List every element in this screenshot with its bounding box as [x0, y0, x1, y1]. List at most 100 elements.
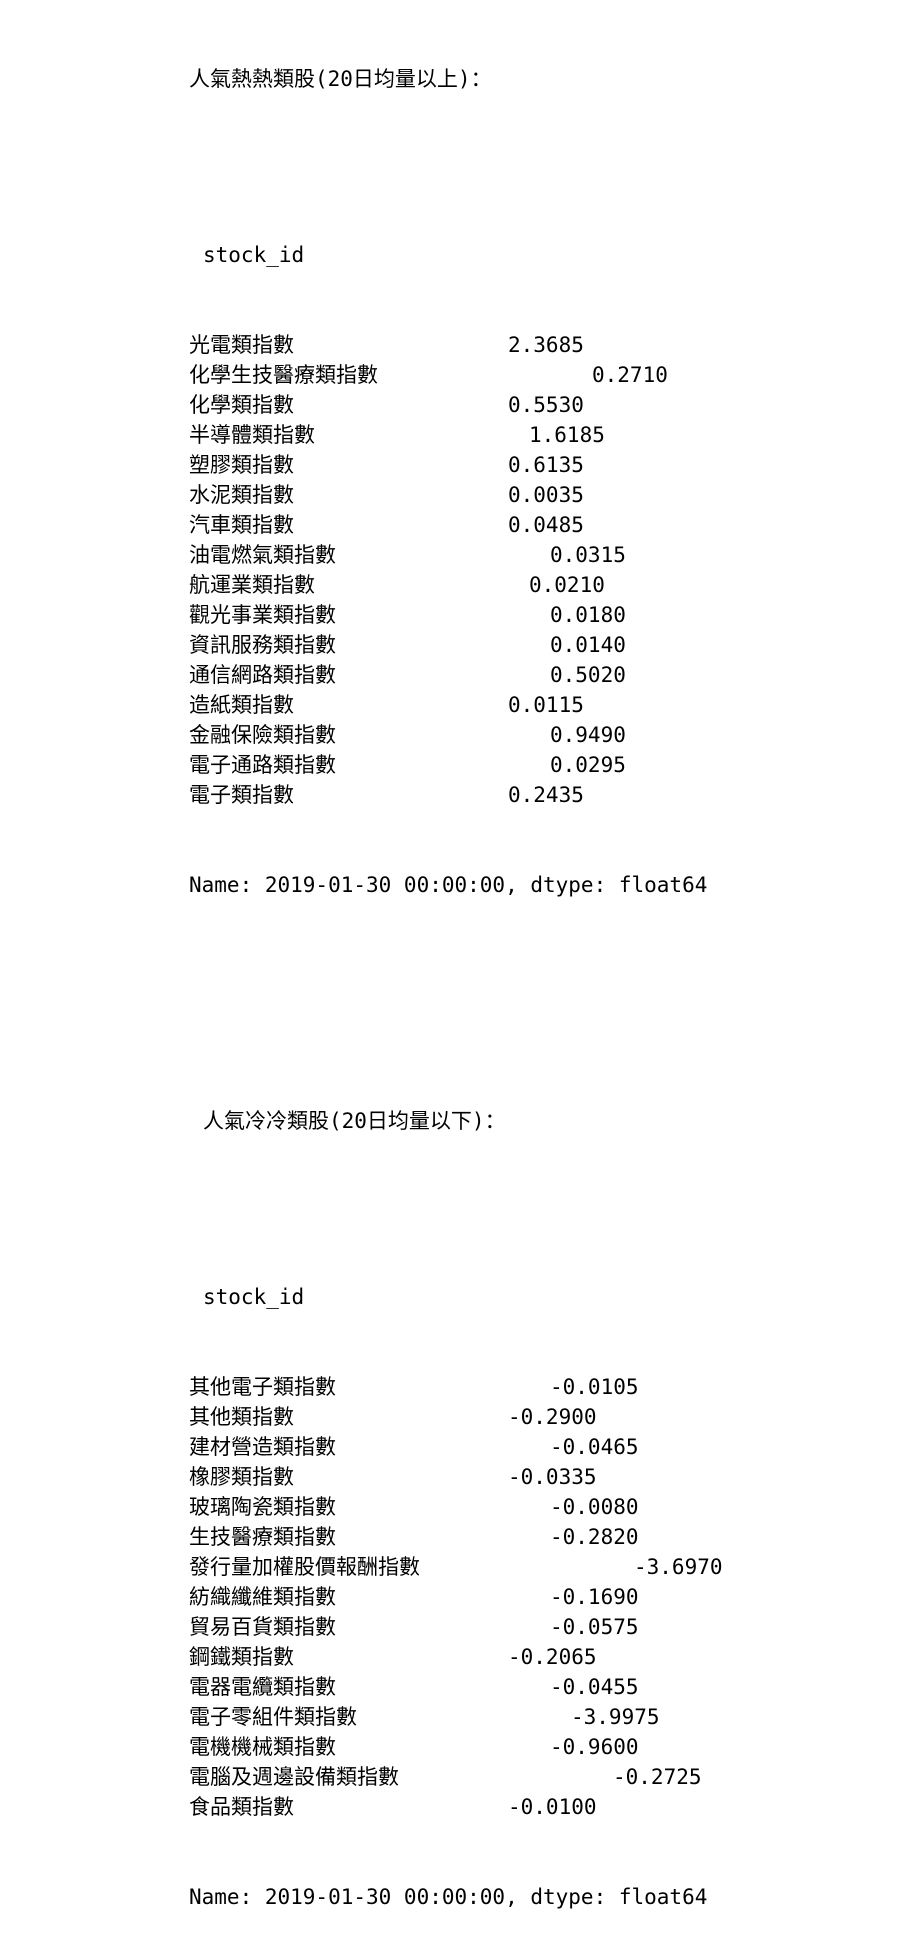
series-row-value: -0.2820	[550, 1525, 639, 1549]
series-row-label: 汽車類指數	[189, 513, 294, 537]
series-row-label: 觀光事業類指數	[189, 603, 336, 627]
series-row-label: 油電燃氣類指數	[189, 543, 336, 567]
series-row: 電子零組件類指數 -3.9975	[189, 1702, 901, 1732]
series-row-value: -0.2065	[508, 1645, 597, 1669]
series-row-value: -0.0080	[550, 1495, 639, 1519]
series-row-label: 資訊服務類指數	[189, 633, 336, 657]
series-row: 鋼鐵類指數 -0.2065	[189, 1642, 901, 1672]
series-row-label: 電器電纜類指數	[189, 1675, 336, 1699]
series-row: 食品類指數 -0.0100	[189, 1792, 901, 1822]
series-row: 水泥類指數 0.0035	[189, 480, 901, 510]
series-row: 觀光事業類指數 0.0180	[189, 600, 901, 630]
cold-series-rows: 其他電子類指數 -0.0105 其他類指數 -0.2900 建材營造類指數 -0.0465…	[189, 1372, 901, 1822]
series-row-value: -0.0465	[550, 1435, 639, 1459]
series-row: 金融保險類指數 0.9490	[189, 720, 901, 750]
series-row: 化學類指數 0.5530	[189, 390, 901, 420]
series-row-value: 0.0180	[550, 603, 626, 627]
series-row-value: -3.9975	[571, 1705, 660, 1729]
series-row: 汽車類指數 0.0485	[189, 510, 901, 540]
series-row-value: -0.9600	[550, 1735, 639, 1759]
console-output: 人氣熱熱類股(20日均量以上)： stock_id 光電類指數 2.3685 化學生…	[189, 0, 901, 1942]
series-row-value: 0.5530	[508, 393, 584, 417]
series-row-value: 0.9490	[550, 723, 626, 747]
series-row: 電腦及週邊設備類指數 -0.2725	[189, 1762, 901, 1792]
series-row-value: 0.2710	[592, 363, 668, 387]
series-row: 發行量加權股價報酬指數 -3.6970	[189, 1552, 901, 1582]
series-row-label: 通信網路類指數	[189, 663, 336, 687]
series-row: 生技醫療類指數 -0.2820	[189, 1522, 901, 1552]
series-row: 造紙類指數 0.0115	[189, 690, 901, 720]
series-row-label: 電子類指數	[189, 783, 294, 807]
series-row-value: 0.0295	[550, 753, 626, 777]
series-row-label: 鋼鐵類指數	[189, 1645, 294, 1669]
series-row-value: -0.0575	[550, 1615, 639, 1639]
series-row-value: 0.6135	[508, 453, 584, 477]
hot-series-footer: Name: 2019-01-30 00:00:00, dtype: float6…	[189, 873, 708, 897]
series-row: 建材營造類指數 -0.0465	[189, 1432, 901, 1462]
series-row-value: -0.2900	[508, 1405, 597, 1429]
series-row-value: -0.0105	[550, 1375, 639, 1399]
series-row: 貿易百貨類指數 -0.0575	[189, 1612, 901, 1642]
series-row-label: 玻璃陶瓷類指數	[189, 1495, 336, 1519]
series-row-label: 電子零組件類指數	[189, 1705, 357, 1729]
series-row-value: 1.6185	[529, 423, 605, 447]
series-row: 電子類指數 0.2435	[189, 780, 901, 810]
series-row-label: 電子通路類指數	[189, 753, 336, 777]
hot-index-name: stock_id	[203, 243, 305, 267]
series-row-label: 電機機械類指數	[189, 1735, 336, 1759]
series-row: 油電燃氣類指數 0.0315	[189, 540, 901, 570]
series-row-value: -0.1690	[550, 1585, 639, 1609]
series-row: 航運業類指數 0.0210	[189, 570, 901, 600]
series-row-value: 0.5020	[550, 663, 626, 687]
series-row: 電器電纜類指數 -0.0455	[189, 1672, 901, 1702]
cold-series-footer: Name: 2019-01-30 00:00:00, dtype: float6…	[189, 1885, 708, 1909]
series-row-label: 貿易百貨類指數	[189, 1615, 336, 1639]
hot-series-rows: 光電類指數 2.3685 化學生技醫療類指數 0.2710 化學類指數 0.5530 半導體…	[189, 330, 901, 810]
series-row-label: 食品類指數	[189, 1795, 294, 1819]
series-row: 半導體類指數 1.6185	[189, 420, 901, 450]
series-row-value: 0.2435	[508, 783, 584, 807]
series-row: 紡織纖維類指數 -0.1690	[189, 1582, 901, 1612]
series-row: 玻璃陶瓷類指數 -0.0080	[189, 1492, 901, 1522]
series-row-value: -0.0335	[508, 1465, 597, 1489]
series-row-label: 水泥類指數	[189, 483, 294, 507]
series-row-label: 紡織纖維類指數	[189, 1585, 336, 1609]
series-row-label: 電腦及週邊設備類指數	[189, 1765, 399, 1789]
series-row-value: 0.0140	[550, 633, 626, 657]
series-row-label: 半導體類指數	[189, 423, 315, 447]
series-row-label: 化學生技醫療類指數	[189, 363, 378, 387]
series-row: 其他電子類指數 -0.0105	[189, 1372, 901, 1402]
series-row: 化學生技醫療類指數 0.2710	[189, 360, 901, 390]
series-row-value: 0.0315	[550, 543, 626, 567]
series-row-value: 0.0035	[508, 483, 584, 507]
series-row-value: -0.0455	[550, 1675, 639, 1699]
series-row: 電機機械類指數 -0.9600	[189, 1732, 901, 1762]
series-row-label: 發行量加權股價報酬指數	[189, 1555, 420, 1579]
series-row-label: 航運業類指數	[189, 573, 315, 597]
series-row-label: 其他電子類指數	[189, 1375, 336, 1399]
cold-section-title: 人氣冷冷類股(20日均量以下)：	[203, 1109, 506, 1133]
series-row-label: 橡膠類指數	[189, 1465, 294, 1489]
series-row-label: 塑膠類指數	[189, 453, 294, 477]
hot-section-title: 人氣熱熱類股(20日均量以上)：	[189, 67, 492, 91]
series-row: 其他類指數 -0.2900	[189, 1402, 901, 1432]
series-row: 電子通路類指數 0.0295	[189, 750, 901, 780]
series-row-value: 0.0210	[529, 573, 605, 597]
series-row-value: -0.2725	[613, 1765, 702, 1789]
series-row-label: 其他類指數	[189, 1405, 294, 1429]
series-row-value: 0.0115	[508, 693, 584, 717]
series-row: 資訊服務類指數 0.0140	[189, 630, 901, 660]
series-row-label: 造紙類指數	[189, 693, 294, 717]
series-row-value: -0.0100	[508, 1795, 597, 1819]
cold-index-name: stock_id	[203, 1285, 305, 1309]
series-row-label: 光電類指數	[189, 333, 294, 357]
series-row: 塑膠類指數 0.6135	[189, 450, 901, 480]
series-row-label: 金融保險類指數	[189, 723, 336, 747]
series-row-value: -3.6970	[634, 1555, 723, 1579]
series-row-label: 建材營造類指數	[189, 1435, 336, 1459]
series-row: 通信網路類指數 0.5020	[189, 660, 901, 690]
series-row-value: 0.0485	[508, 513, 584, 537]
